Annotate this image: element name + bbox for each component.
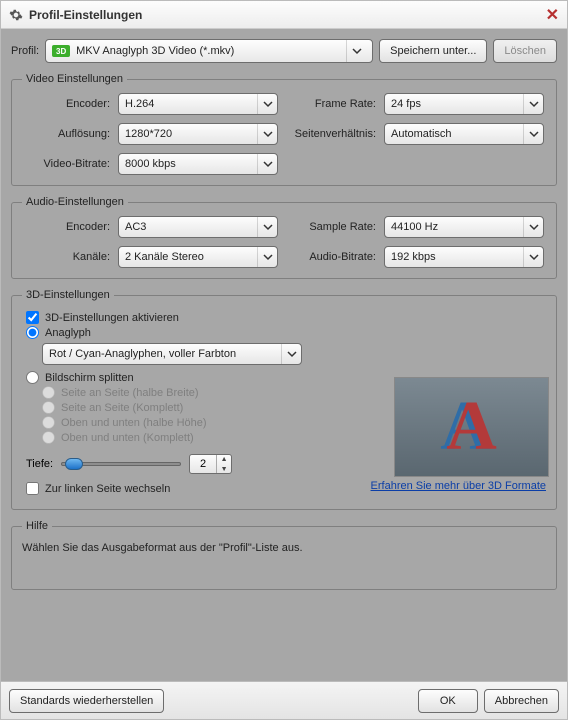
- chevron-down-icon: [257, 247, 277, 267]
- audio-bitrate-value: 192 kbps: [391, 251, 523, 263]
- video-bitrate-label: Video-Bitrate:: [22, 158, 110, 170]
- chevron-down-icon: [523, 124, 543, 144]
- video-settings-group: Video Einstellungen Encoder: H.264 Frame…: [11, 73, 557, 186]
- dialog-footer: Standards wiederherstellen OK Abbrechen: [1, 681, 567, 719]
- video-encoder-value: H.264: [125, 98, 257, 110]
- aspect-select[interactable]: Automatisch: [384, 123, 544, 145]
- audio-encoder-label: Encoder:: [22, 221, 110, 233]
- resolution-label: Auflösung:: [22, 128, 110, 140]
- samplerate-value: 44100 Hz: [391, 221, 523, 233]
- audio-settings-group: Audio-Einstellungen Encoder: AC3 Sample …: [11, 196, 557, 279]
- help-group: Hilfe Wählen Sie das Ausgabeformat aus d…: [11, 520, 557, 590]
- enable-3d-checkbox[interactable]: 3D-Einstellungen aktivieren: [26, 311, 546, 324]
- tab-half-label: Oben und unten (halbe Höhe): [61, 417, 207, 429]
- samplerate-select[interactable]: 44100 Hz: [384, 216, 544, 238]
- enable-3d-input[interactable]: [26, 311, 39, 324]
- anaglyph-radio[interactable]: Anaglyph: [26, 326, 546, 339]
- channels-value: 2 Kanäle Stereo: [125, 251, 257, 263]
- split-screen-input[interactable]: [26, 371, 39, 384]
- dialog-window: Profil-Einstellungen ✕ Profil: 3D MKV An…: [0, 0, 568, 720]
- samplerate-label: Sample Rate:: [286, 221, 376, 233]
- anaglyph-label: Anaglyph: [45, 327, 91, 339]
- chevron-down-icon: [523, 94, 543, 114]
- help-text: Wählen Sie das Ausgabeformat aus der "Pr…: [22, 542, 546, 554]
- depth-label: Tiefe:: [26, 458, 53, 470]
- video-legend: Video Einstellungen: [22, 73, 127, 85]
- profile-row: Profil: 3D MKV Anaglyph 3D Video (*.mkv)…: [11, 39, 557, 63]
- framerate-select[interactable]: 24 fps: [384, 93, 544, 115]
- audio-bitrate-label: Audio-Bitrate:: [286, 251, 376, 263]
- profile-value: MKV Anaglyph 3D Video (*.mkv): [76, 45, 340, 57]
- delete-label: Löschen: [504, 45, 546, 57]
- learn-more-link[interactable]: Erfahren Sie mehr über 3D Formate: [371, 480, 546, 497]
- chevron-down-icon: [281, 344, 301, 364]
- aspect-value: Automatisch: [391, 128, 523, 140]
- audio-legend: Audio-Einstellungen: [22, 196, 128, 208]
- sbs-half-label: Seite an Seite (halbe Breite): [61, 387, 199, 399]
- ok-label: OK: [440, 695, 456, 707]
- resolution-value: 1280*720: [125, 128, 257, 140]
- chevron-down-icon: [523, 247, 543, 267]
- audio-encoder-value: AC3: [125, 221, 257, 233]
- restore-defaults-button[interactable]: Standards wiederherstellen: [9, 689, 164, 713]
- chevron-down-icon: [257, 217, 277, 237]
- dialog-body: Profil: 3D MKV Anaglyph 3D Video (*.mkv)…: [1, 29, 567, 681]
- audio-encoder-select[interactable]: AC3: [118, 216, 278, 238]
- channels-select[interactable]: 2 Kanäle Stereo: [118, 246, 278, 268]
- help-legend: Hilfe: [22, 520, 52, 532]
- profile-badge: 3D: [52, 45, 70, 57]
- video-encoder-select[interactable]: H.264: [118, 93, 278, 115]
- window-title: Profil-Einstellungen: [29, 8, 142, 22]
- sbs-full-label: Seite an Seite (Komplett): [61, 402, 183, 414]
- sbs-full-input: [42, 401, 55, 414]
- chevron-down-icon: [346, 40, 366, 62]
- depth-spinner[interactable]: 2 ▲▼: [189, 454, 232, 474]
- save-as-label: Speichern unter...: [390, 45, 476, 57]
- depth-value: 2: [190, 458, 216, 470]
- tab-full-label: Oben und unten (Komplett): [61, 432, 194, 444]
- anaglyph-preview-icon: A: [446, 387, 497, 467]
- resolution-select[interactable]: 1280*720: [118, 123, 278, 145]
- anaglyph-mode-select[interactable]: Rot / Cyan-Anaglyphen, voller Farbton: [42, 343, 302, 365]
- gear-icon: [9, 8, 23, 22]
- sbs-half-input: [42, 386, 55, 399]
- audio-bitrate-select[interactable]: 192 kbps: [384, 246, 544, 268]
- spinner-up-icon[interactable]: ▲: [217, 454, 231, 464]
- framerate-label: Frame Rate:: [286, 98, 376, 110]
- chevron-down-icon: [257, 154, 277, 174]
- restore-defaults-label: Standards wiederherstellen: [20, 695, 153, 707]
- swap-left-checkbox[interactable]: Zur linken Seite wechseln: [26, 482, 170, 495]
- save-as-button[interactable]: Speichern unter...: [379, 39, 487, 63]
- swap-left-label: Zur linken Seite wechseln: [45, 483, 170, 495]
- anaglyph-input[interactable]: [26, 326, 39, 339]
- slider-thumb[interactable]: [65, 458, 83, 470]
- aspect-label: Seitenverhältnis:: [286, 128, 376, 140]
- tab-full-input: [42, 431, 55, 444]
- tab-half-input: [42, 416, 55, 429]
- ok-button[interactable]: OK: [418, 689, 478, 713]
- anaglyph-mode-value: Rot / Cyan-Anaglyphen, voller Farbton: [49, 348, 281, 360]
- video-bitrate-value: 8000 kbps: [125, 158, 257, 170]
- swap-left-input[interactable]: [26, 482, 39, 495]
- enable-3d-label: 3D-Einstellungen aktivieren: [45, 312, 179, 324]
- delete-button: Löschen: [493, 39, 557, 63]
- cancel-label: Abbrechen: [495, 695, 548, 707]
- split-screen-label: Bildschirm splitten: [45, 372, 134, 384]
- video-encoder-label: Encoder:: [22, 98, 110, 110]
- chevron-down-icon: [257, 124, 277, 144]
- titlebar: Profil-Einstellungen ✕: [1, 1, 567, 29]
- profile-label: Profil:: [11, 45, 39, 57]
- preview-image: A: [394, 377, 549, 477]
- profile-select[interactable]: 3D MKV Anaglyph 3D Video (*.mkv): [45, 39, 373, 63]
- channels-label: Kanäle:: [22, 251, 110, 263]
- chevron-down-icon: [257, 94, 277, 114]
- close-icon[interactable]: ✕: [546, 5, 559, 25]
- cancel-button[interactable]: Abbrechen: [484, 689, 559, 713]
- framerate-value: 24 fps: [391, 98, 523, 110]
- spinner-down-icon[interactable]: ▼: [217, 464, 231, 474]
- chevron-down-icon: [523, 217, 543, 237]
- video-bitrate-select[interactable]: 8000 kbps: [118, 153, 278, 175]
- depth-slider[interactable]: [61, 457, 181, 471]
- three-d-legend: 3D-Einstellungen: [22, 289, 114, 301]
